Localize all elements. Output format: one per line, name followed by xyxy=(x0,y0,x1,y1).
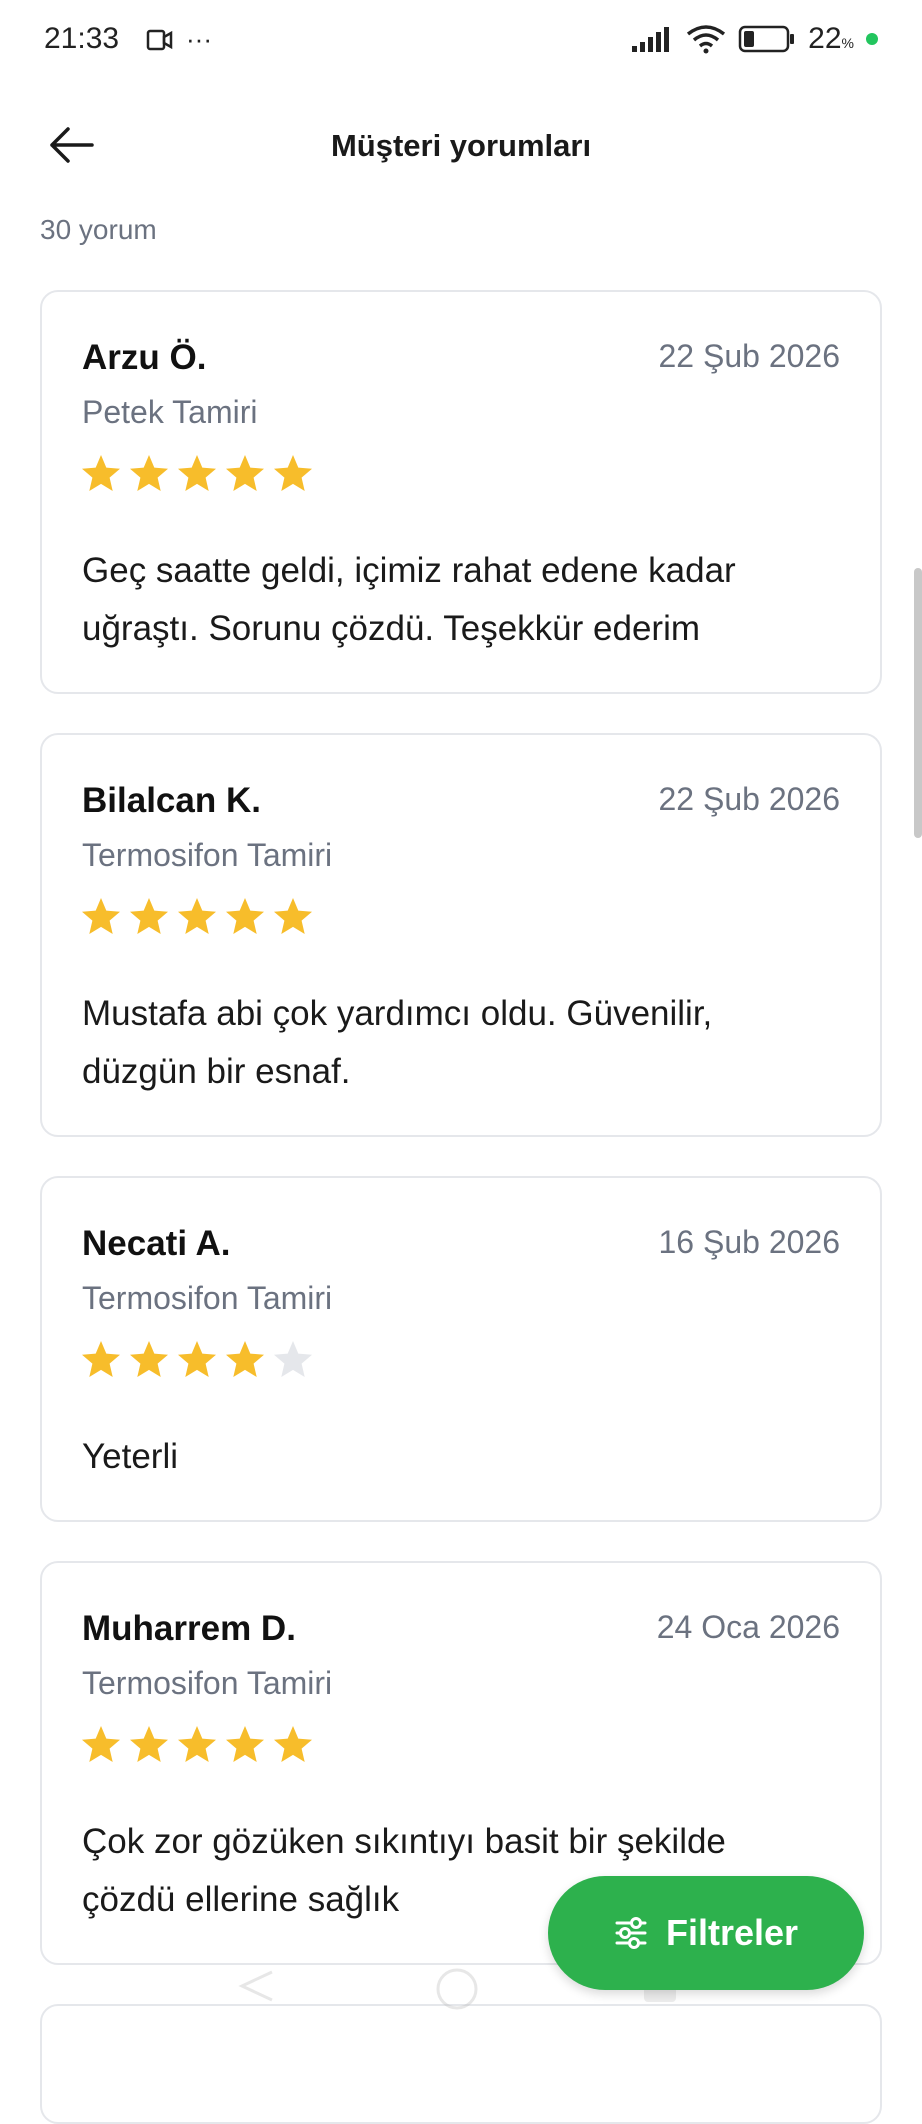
review-comment: Yeterli xyxy=(82,1437,178,1476)
star-filled-icon xyxy=(274,455,312,491)
star-filled-icon xyxy=(226,1341,264,1377)
review-date: 24 Oca 2026 xyxy=(656,1609,840,1645)
star-filled-icon xyxy=(130,1341,168,1377)
star-filled-icon xyxy=(226,455,264,491)
star-filled-icon xyxy=(178,1341,216,1377)
star-filled-icon xyxy=(82,1726,120,1762)
filters-button[interactable]: Filtreler xyxy=(548,1876,864,1990)
battery-icon xyxy=(738,25,795,53)
app-bar: Müşteri yorumları xyxy=(0,100,922,190)
signal-icon xyxy=(632,27,670,52)
star-filled-icon xyxy=(274,1726,312,1762)
review-date: 22 Şub 2026 xyxy=(658,781,841,817)
nav-back-icon xyxy=(238,1970,273,2002)
service-name: Termosifon Tamiri xyxy=(82,1280,333,1316)
review-date: 22 Şub 2026 xyxy=(658,338,841,374)
review-card: Arzu Ö. 22 Şub 2026 Petek Tamiri Geç saa… xyxy=(40,290,882,694)
service-name: Termosifon Tamiri xyxy=(82,837,333,873)
review-count: 30 yorum xyxy=(40,214,157,245)
star-filled-icon xyxy=(130,898,168,934)
more-indicator: ··· xyxy=(186,24,212,54)
reviewer-name: Necati A. xyxy=(82,1224,231,1263)
rating-stars xyxy=(80,452,314,494)
star-filled-icon xyxy=(82,455,120,491)
page-title: Müşteri yorumları xyxy=(330,128,592,163)
star-filled-icon xyxy=(130,1726,168,1762)
star-filled-icon xyxy=(130,455,168,491)
star-filled-icon xyxy=(82,898,120,934)
star-filled-icon xyxy=(226,1726,264,1762)
review-card: Bilalcan K. 22 Şub 2026 Termosifon Tamir… xyxy=(40,733,882,1137)
rating-stars xyxy=(80,1338,314,1380)
review-comment: Geç saatte geldi, içimiz rahat edene kad… xyxy=(82,551,736,648)
rating-stars xyxy=(80,1723,314,1765)
review-comment: Mustafa abi çok yardımcı oldu. Güvenilir… xyxy=(82,994,713,1091)
star-filled-icon xyxy=(82,1341,120,1377)
scrollbar[interactable] xyxy=(914,568,922,838)
reviewer-name: Arzu Ö. xyxy=(82,338,207,377)
video-record-icon xyxy=(146,29,173,50)
star-filled-icon xyxy=(178,455,216,491)
service-name: Termosifon Tamiri xyxy=(82,1665,333,1701)
filters-label: Filtreler xyxy=(665,1912,799,1953)
review-card xyxy=(40,2004,882,2124)
nav-home-icon xyxy=(436,1968,478,2010)
status-time: 21:33 xyxy=(44,22,120,55)
review-card: Necati A. 16 Şub 2026 Termosifon Tamiri … xyxy=(40,1176,882,1522)
star-filled-icon xyxy=(274,898,312,934)
filter-sliders-icon xyxy=(615,1917,647,1949)
star-filled-icon xyxy=(178,898,216,934)
service-name: Petek Tamiri xyxy=(82,394,258,430)
star-filled-icon xyxy=(178,1726,216,1762)
rating-stars xyxy=(80,895,314,937)
star-filled-icon xyxy=(226,898,264,934)
reviewer-name: Muharrem D. xyxy=(82,1609,296,1648)
reviewer-name: Bilalcan K. xyxy=(82,781,261,820)
green-dot-icon xyxy=(866,33,878,45)
star-empty-icon xyxy=(274,1341,312,1377)
wifi-icon xyxy=(687,25,726,54)
status-bar: 21:33 ··· 22% xyxy=(0,0,922,80)
review-date: 16 Şub 2026 xyxy=(658,1224,841,1260)
battery-level: 22% xyxy=(808,22,854,55)
